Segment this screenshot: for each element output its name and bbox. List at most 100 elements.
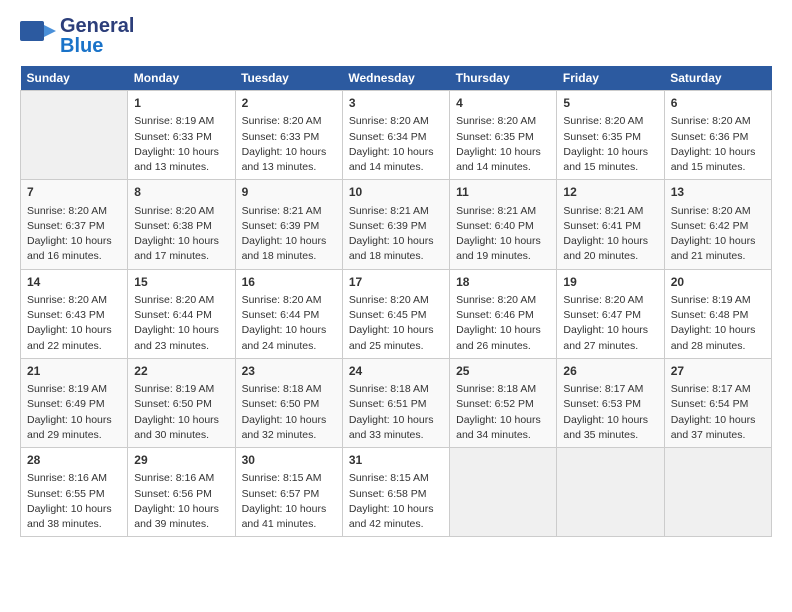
day-info: Sunrise: 8:20 AMSunset: 6:33 PMDaylight:… [242, 114, 336, 175]
day-info: Sunrise: 8:21 AMSunset: 6:40 PMDaylight:… [456, 204, 550, 265]
day-number: 20 [671, 274, 765, 291]
week-row-5: 28 Sunrise: 8:16 AMSunset: 6:55 PMDayligh… [21, 448, 772, 537]
calendar-cell: 20 Sunrise: 8:19 AMSunset: 6:48 PMDayligh… [664, 269, 771, 358]
day-number: 10 [349, 184, 443, 201]
calendar-cell: 8 Sunrise: 8:20 AMSunset: 6:38 PMDaylight… [128, 180, 235, 269]
day-info: Sunrise: 8:20 AMSunset: 6:36 PMDaylight:… [671, 114, 765, 175]
day-info: Sunrise: 8:20 AMSunset: 6:46 PMDaylight:… [456, 293, 550, 354]
calendar-cell: 7 Sunrise: 8:20 AMSunset: 6:37 PMDaylight… [21, 180, 128, 269]
calendar-cell [450, 448, 557, 537]
day-number: 7 [27, 184, 121, 201]
header: GeneralBlue [20, 16, 772, 56]
week-row-4: 21 Sunrise: 8:19 AMSunset: 6:49 PMDayligh… [21, 358, 772, 447]
column-header-friday: Friday [557, 66, 664, 91]
calendar-cell: 19Sunrise: 8:20 AMSunset: 6:47 PMDayligh… [557, 269, 664, 358]
calendar-cell: 3 Sunrise: 8:20 AMSunset: 6:34 PMDaylight… [342, 91, 449, 180]
week-row-1: 1Sunrise: 8:19 AMSunset: 6:33 PMDaylight… [21, 91, 772, 180]
column-header-wednesday: Wednesday [342, 66, 449, 91]
day-number: 4 [456, 95, 550, 112]
column-header-tuesday: Tuesday [235, 66, 342, 91]
day-info: Sunrise: 8:20 AMSunset: 6:38 PMDaylight:… [134, 204, 228, 265]
day-number: 13 [671, 184, 765, 201]
day-number: 8 [134, 184, 228, 201]
day-info: Sunrise: 8:17 AMSunset: 6:54 PMDaylight:… [671, 382, 765, 443]
day-number: 26 [563, 363, 657, 380]
day-info: Sunrise: 8:21 AMSunset: 6:39 PMDaylight:… [242, 204, 336, 265]
calendar-cell [664, 448, 771, 537]
calendar-cell [21, 91, 128, 180]
calendar-cell: 12 Sunrise: 8:21 AMSunset: 6:41 PMDayligh… [557, 180, 664, 269]
day-number: 28 [27, 452, 121, 469]
week-row-2: 7 Sunrise: 8:20 AMSunset: 6:37 PMDaylight… [21, 180, 772, 269]
calendar-cell: 31 Sunrise: 8:15 AMSunset: 6:58 PMDayligh… [342, 448, 449, 537]
day-number: 3 [349, 95, 443, 112]
day-info: Sunrise: 8:20 AMSunset: 6:44 PMDaylight:… [134, 293, 228, 354]
calendar-cell: 14 Sunrise: 8:20 AMSunset: 6:43 PMDayligh… [21, 269, 128, 358]
day-number: 18 [456, 274, 550, 291]
day-info: Sunrise: 8:15 AMSunset: 6:58 PMDaylight:… [349, 471, 443, 532]
day-info: Sunrise: 8:20 AMSunset: 6:35 PMDaylight:… [563, 114, 657, 175]
day-number: 16 [242, 274, 336, 291]
day-number: 11 [456, 184, 550, 201]
calendar-cell: 1Sunrise: 8:19 AMSunset: 6:33 PMDaylight… [128, 91, 235, 180]
day-number: 5 [563, 95, 657, 112]
day-info: Sunrise: 8:21 AMSunset: 6:39 PMDaylight:… [349, 204, 443, 265]
day-info: Sunrise: 8:19 AMSunset: 6:49 PMDaylight:… [27, 382, 121, 443]
day-info: Sunrise: 8:19 AMSunset: 6:33 PMDaylight:… [134, 114, 228, 175]
day-number: 25 [456, 363, 550, 380]
calendar-cell: 30Sunrise: 8:15 AMSunset: 6:57 PMDayligh… [235, 448, 342, 537]
day-number: 22 [134, 363, 228, 380]
day-info: Sunrise: 8:20 AMSunset: 6:44 PMDaylight:… [242, 293, 336, 354]
calendar-cell [557, 448, 664, 537]
day-info: Sunrise: 8:20 AMSunset: 6:37 PMDaylight:… [27, 204, 121, 265]
column-header-thursday: Thursday [450, 66, 557, 91]
calendar-cell: 4 Sunrise: 8:20 AMSunset: 6:35 PMDaylight… [450, 91, 557, 180]
calendar-cell: 11 Sunrise: 8:21 AMSunset: 6:40 PMDayligh… [450, 180, 557, 269]
day-number: 23 [242, 363, 336, 380]
day-number: 29 [134, 452, 228, 469]
calendar-cell: 16 Sunrise: 8:20 AMSunset: 6:44 PMDayligh… [235, 269, 342, 358]
day-info: Sunrise: 8:20 AMSunset: 6:43 PMDaylight:… [27, 293, 121, 354]
day-number: 21 [27, 363, 121, 380]
day-number: 9 [242, 184, 336, 201]
day-info: Sunrise: 8:20 AMSunset: 6:42 PMDaylight:… [671, 204, 765, 265]
day-info: Sunrise: 8:20 AMSunset: 6:34 PMDaylight:… [349, 114, 443, 175]
day-info: Sunrise: 8:21 AMSunset: 6:41 PMDaylight:… [563, 204, 657, 265]
calendar-cell: 10 Sunrise: 8:21 AMSunset: 6:39 PMDayligh… [342, 180, 449, 269]
logo: GeneralBlue [20, 16, 134, 56]
day-number: 17 [349, 274, 443, 291]
day-info: Sunrise: 8:16 AMSunset: 6:55 PMDaylight:… [27, 471, 121, 532]
day-info: Sunrise: 8:18 AMSunset: 6:51 PMDaylight:… [349, 382, 443, 443]
day-info: Sunrise: 8:16 AMSunset: 6:56 PMDaylight:… [134, 471, 228, 532]
week-row-3: 14 Sunrise: 8:20 AMSunset: 6:43 PMDayligh… [21, 269, 772, 358]
column-header-monday: Monday [128, 66, 235, 91]
logo-text: GeneralBlue [60, 16, 134, 56]
day-info: Sunrise: 8:19 AMSunset: 6:48 PMDaylight:… [671, 293, 765, 354]
calendar-cell: 13 Sunrise: 8:20 AMSunset: 6:42 PMDayligh… [664, 180, 771, 269]
calendar-cell: 27 Sunrise: 8:17 AMSunset: 6:54 PMDayligh… [664, 358, 771, 447]
day-number: 6 [671, 95, 765, 112]
day-info: Sunrise: 8:20 AMSunset: 6:35 PMDaylight:… [456, 114, 550, 175]
day-number: 31 [349, 452, 443, 469]
day-info: Sunrise: 8:19 AMSunset: 6:50 PMDaylight:… [134, 382, 228, 443]
logo-icon [20, 21, 56, 51]
day-info: Sunrise: 8:17 AMSunset: 6:53 PMDaylight:… [563, 382, 657, 443]
day-number: 27 [671, 363, 765, 380]
calendar-cell: 6 Sunrise: 8:20 AMSunset: 6:36 PMDaylight… [664, 91, 771, 180]
day-info: Sunrise: 8:18 AMSunset: 6:50 PMDaylight:… [242, 382, 336, 443]
calendar-cell: 21 Sunrise: 8:19 AMSunset: 6:49 PMDayligh… [21, 358, 128, 447]
calendar-cell: 22 Sunrise: 8:19 AMSunset: 6:50 PMDayligh… [128, 358, 235, 447]
day-number: 24 [349, 363, 443, 380]
day-info: Sunrise: 8:18 AMSunset: 6:52 PMDaylight:… [456, 382, 550, 443]
day-number: 30 [242, 452, 336, 469]
calendar-cell: 24 Sunrise: 8:18 AMSunset: 6:51 PMDayligh… [342, 358, 449, 447]
day-number: 14 [27, 274, 121, 291]
calendar-cell: 15Sunrise: 8:20 AMSunset: 6:44 PMDayligh… [128, 269, 235, 358]
calendar-cell: 18 Sunrise: 8:20 AMSunset: 6:46 PMDayligh… [450, 269, 557, 358]
day-number: 2 [242, 95, 336, 112]
day-number: 19 [563, 274, 657, 291]
page-container: GeneralBlue SundayMondayTuesdayWednesday… [0, 0, 792, 547]
calendar-cell: 23 Sunrise: 8:18 AMSunset: 6:50 PMDayligh… [235, 358, 342, 447]
calendar-header-row: SundayMondayTuesdayWednesdayThursdayFrid… [21, 66, 772, 91]
day-number: 12 [563, 184, 657, 201]
